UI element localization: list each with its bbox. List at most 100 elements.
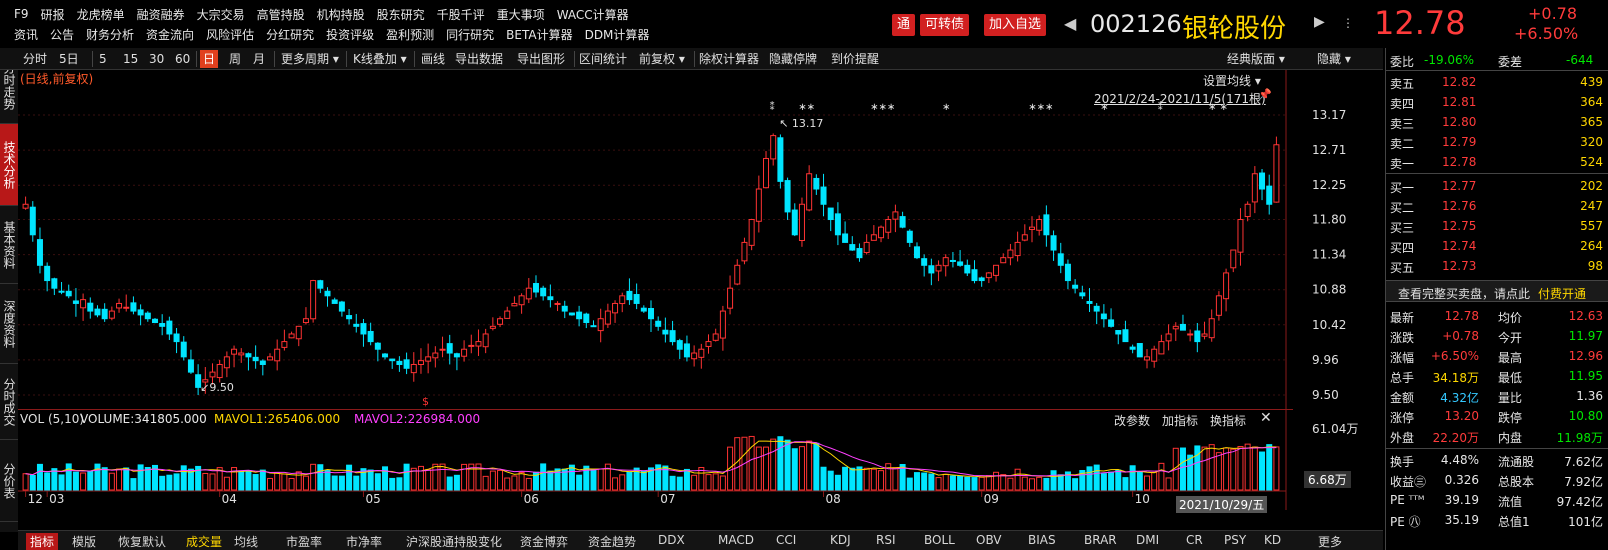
layout-select[interactable]: 经典版面 ▾: [1224, 50, 1288, 68]
hide-select[interactable]: 隐藏 ▾: [1314, 50, 1354, 68]
indicator-tab-12[interactable]: CCI: [776, 533, 796, 547]
toolbar-item-17[interactable]: 隐藏停牌: [766, 50, 820, 68]
toolbar-item-4[interactable]: 30: [146, 50, 167, 68]
indicator-tab-20[interactable]: CR: [1186, 533, 1203, 547]
dividend-marker[interactable]: $: [422, 395, 429, 408]
add-watchlist-button[interactable]: 加入自选: [984, 14, 1047, 36]
nav-link-row1-1[interactable]: 研报: [41, 6, 65, 23]
stat-value: 7.62亿: [1564, 455, 1603, 469]
indicator-tab-1[interactable]: 模版: [72, 533, 96, 550]
nav-link-row1-6[interactable]: 机构持股: [317, 6, 365, 23]
indicator-tab-14[interactable]: RSI: [876, 533, 896, 547]
nav-link-row2-2[interactable]: 财务分析: [86, 26, 134, 43]
nav-link-row2-3[interactable]: 资金流向: [146, 26, 194, 43]
indicator-tab-13[interactable]: KDJ: [830, 533, 851, 547]
indicator-tab-21[interactable]: PSY: [1224, 533, 1246, 547]
indicator-tab-6[interactable]: 市净率: [346, 533, 382, 550]
nav-link-row1-7[interactable]: 股东研究: [377, 6, 425, 23]
indicator-tab-8[interactable]: 资金博弈: [520, 533, 568, 550]
nav-link-row1-4[interactable]: 大宗交易: [197, 6, 245, 23]
candle-body: [137, 309, 144, 316]
nav-link-row1-10[interactable]: WACC计算器: [557, 6, 629, 23]
indicator-tab-23[interactable]: 更多: [1318, 533, 1342, 550]
toolbar-item-9[interactable]: 更多周期 ▾: [278, 50, 342, 68]
volume-bar: [238, 470, 245, 491]
indicator-tab-4[interactable]: 均线: [234, 533, 258, 550]
next-stock-icon[interactable]: ▶: [1314, 14, 1325, 30]
sidebar-tab-3[interactable]: 深度资料: [0, 284, 18, 364]
indicator-tab-7[interactable]: 沪深股通持股变化: [406, 533, 502, 550]
nav-link-row2-4[interactable]: 风险评估: [206, 26, 254, 43]
toolbar-item-6[interactable]: 日: [200, 50, 219, 68]
toolbar-item-7[interactable]: 周: [226, 50, 244, 68]
indicator-tab-10[interactable]: DDX: [658, 533, 685, 547]
pin-icon[interactable]: 📌: [1258, 88, 1272, 101]
nav-link-row1-9[interactable]: 重大事项: [497, 6, 545, 23]
indicator-tab-5[interactable]: 市盈率: [286, 533, 322, 550]
nav-link-row1-3[interactable]: 融资融券: [137, 6, 185, 23]
nav-link-row2-7[interactable]: 盈利预测: [386, 26, 434, 43]
sidebar-tab-2[interactable]: 基本资料: [0, 206, 18, 284]
toolbar-item-11[interactable]: 画线: [418, 50, 448, 68]
nav-link-row2-1[interactable]: 公告: [50, 26, 74, 43]
event-marker[interactable]: ∗∗∗: [1028, 102, 1053, 113]
toolbar-item-12[interactable]: 导出数据: [452, 50, 506, 68]
candle-body: [691, 352, 698, 360]
toolbar-item-15[interactable]: 前复权 ▾: [636, 50, 688, 68]
toolbar-item-5[interactable]: 60: [172, 50, 193, 68]
toolbar-item-0[interactable]: 分时: [20, 50, 50, 68]
more-dots-icon[interactable]: ⋮: [1342, 16, 1354, 30]
close-icon[interactable]: ✕: [1260, 410, 1272, 426]
y-tick-label: 9.50: [1312, 388, 1339, 402]
event-marker[interactable]: ∗: [942, 102, 950, 113]
toolbar-item-18[interactable]: 到价提醒: [828, 50, 882, 68]
indicator-tab-2[interactable]: 恢复默认: [118, 533, 166, 550]
nav-link-row1-5[interactable]: 高管持股: [257, 6, 305, 23]
indicator-tab-17[interactable]: BIAS: [1028, 533, 1056, 547]
full-book-bar[interactable]: 查看完整买卖盘，请点此 付费开通: [1386, 280, 1608, 302]
toolbar-item-16[interactable]: 除权计算器: [696, 50, 762, 68]
full-book-link[interactable]: 付费开通: [1538, 285, 1586, 302]
nav-link-row2-6[interactable]: 投资评级: [326, 26, 374, 43]
volume-bar: [374, 473, 381, 491]
nav-link-row2-5[interactable]: 分红研究: [266, 26, 314, 43]
toolbar-item-1[interactable]: 5日: [56, 50, 82, 68]
set-ma-button[interactable]: 设置均线 ▾: [1203, 72, 1261, 89]
kline-chart[interactable]: 13.17 12.71 12.25 11.80 11.34 10.88 10.42 9.96 9…: [18, 70, 1383, 532]
event-marker[interactable]: ⁑: [770, 100, 775, 113]
indicator-tab-15[interactable]: BOLL: [924, 533, 955, 547]
volume-bar: [130, 478, 137, 491]
indicator-tab-22[interactable]: KD: [1264, 533, 1281, 547]
toolbar-item-13[interactable]: 导出图形: [514, 50, 568, 68]
indicator-tab-19[interactable]: DMI: [1136, 533, 1159, 547]
indicator-tab-16[interactable]: OBV: [976, 533, 1002, 547]
event-marker[interactable]: ∗∗: [798, 102, 815, 113]
toolbar-item-3[interactable]: 15: [120, 50, 141, 68]
sidebar-tab-5[interactable]: 分价表: [0, 440, 18, 522]
indicator-tab-0[interactable]: 指标: [26, 533, 59, 550]
nav-link-row2-9[interactable]: BETA计算器: [506, 26, 572, 43]
add-indicator-button[interactable]: 加指标: [1162, 412, 1198, 429]
toolbar-item-8[interactable]: 月: [250, 50, 268, 68]
indicator-tab-9[interactable]: 资金趋势: [588, 533, 636, 550]
sidebar-tab-1[interactable]: 技术分析: [0, 124, 18, 206]
sidebar-tab-4[interactable]: 分时成交: [0, 364, 18, 440]
tong-button[interactable]: 通: [892, 14, 916, 36]
indicator-tab-3[interactable]: 成交量: [186, 533, 222, 550]
prev-stock-icon[interactable]: ◀: [1064, 14, 1076, 33]
toolbar-item-2[interactable]: 5: [96, 50, 110, 68]
nav-link-row2-8[interactable]: 同行研究: [446, 26, 494, 43]
indicator-tab-11[interactable]: MACD: [718, 533, 754, 547]
toolbar-item-14[interactable]: 区间统计: [576, 50, 630, 68]
indicator-tab-18[interactable]: BRAR: [1084, 533, 1117, 547]
switch-indicator-button[interactable]: 换指标: [1210, 412, 1246, 429]
event-marker[interactable]: ∗∗∗: [870, 102, 895, 113]
nav-link-row2-0[interactable]: 资讯: [14, 26, 38, 43]
convertible-bond-button[interactable]: 可转债: [920, 14, 970, 36]
toolbar-item-10[interactable]: K线叠加 ▾: [350, 50, 410, 68]
change-params-button[interactable]: 改参数: [1114, 412, 1150, 429]
nav-link-row1-8[interactable]: 千股千评: [437, 6, 485, 23]
nav-link-row1-2[interactable]: 龙虎榜单: [77, 6, 125, 23]
nav-link-row2-10[interactable]: DDM计算器: [585, 26, 650, 43]
nav-link-row1-0[interactable]: F9: [14, 7, 29, 21]
